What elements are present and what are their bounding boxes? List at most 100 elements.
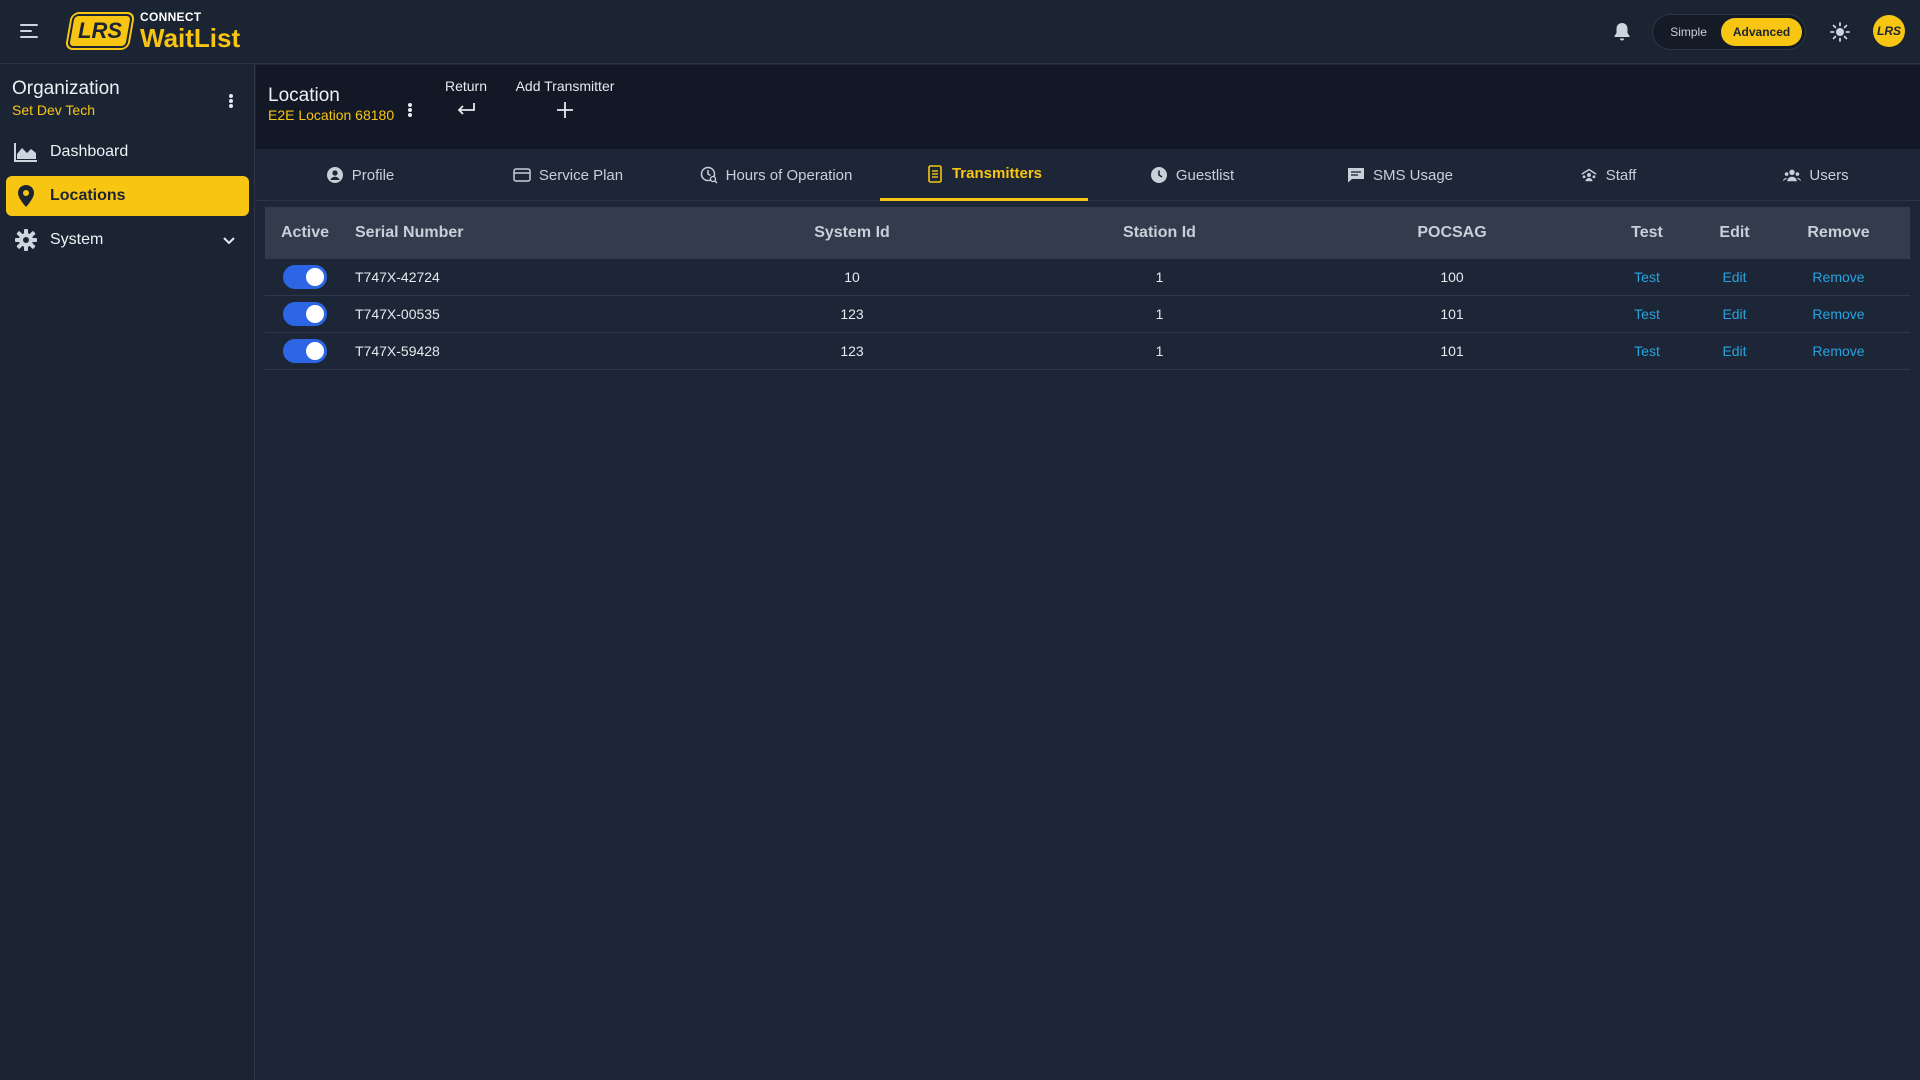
avatar[interactable]: LRS [1873, 15, 1905, 47]
tab-label: Profile [351, 166, 395, 184]
column-pocsag[interactable]: POCSAG [1312, 224, 1592, 242]
staff-icon [1580, 166, 1598, 184]
serial-number: T747X-42724 [355, 269, 440, 285]
tab-guestlist[interactable]: Guestlist [1088, 149, 1296, 201]
gear-icon [14, 228, 38, 252]
sidebar-item-label: Dashboard [50, 143, 129, 160]
pocsag: 101 [1440, 343, 1464, 359]
tab-transmitters[interactable]: Transmitters [880, 149, 1088, 201]
table-header: Active Serial Number System Id Station I… [265, 207, 1910, 259]
location-header: Location E2E Location 68180 Return Add T… [256, 65, 1920, 149]
organization-name: Set Dev Tech [12, 102, 96, 118]
brand[interactable]: LRS CONNECT WaitList [67, 10, 241, 53]
column-system-id[interactable]: System Id [697, 224, 1007, 242]
edit-link[interactable]: Edit [1722, 269, 1746, 285]
column-test: Test [1631, 224, 1663, 241]
system-id: 123 [840, 306, 864, 322]
lrs-logo: LRS [67, 14, 133, 48]
active-toggle[interactable] [283, 339, 327, 363]
bell-icon[interactable] [1613, 22, 1631, 42]
system-id: 123 [840, 343, 864, 359]
active-toggle[interactable] [283, 302, 327, 326]
tab-sms-usage[interactable]: SMS Usage [1296, 149, 1504, 201]
card-icon [513, 166, 531, 184]
return-label: Return [444, 78, 488, 94]
remove-link[interactable]: Remove [1812, 269, 1864, 285]
sidebar-item-label: System [50, 231, 104, 248]
plus-icon [510, 100, 620, 122]
test-link[interactable]: Test [1634, 269, 1660, 285]
tab-staff[interactable]: Staff [1504, 149, 1712, 201]
return-icon [441, 100, 491, 122]
document-icon [926, 164, 944, 183]
sidebar-item-system[interactable]: System [6, 220, 249, 260]
return-button[interactable]: Return [441, 78, 491, 122]
sidebar-item-locations[interactable]: Locations [6, 176, 249, 216]
test-link[interactable]: Test [1634, 343, 1660, 359]
logo-text: LRS [78, 18, 122, 43]
top-bar: LRS CONNECT WaitList Simple Advanced LRS [0, 0, 1920, 64]
mode-toggle[interactable]: Simple Advanced [1652, 14, 1806, 50]
organization-header: Organization Set Dev Tech [12, 78, 120, 118]
sidebar-item-label: Locations [50, 187, 126, 204]
tab-label: Service Plan [538, 166, 624, 184]
message-icon [1347, 166, 1365, 184]
chart-area-icon [14, 140, 38, 164]
tab-label: SMS Usage [1372, 166, 1454, 184]
brand-sub: CONNECT [140, 10, 202, 24]
chevron-down-icon[interactable] [221, 232, 237, 248]
active-toggle[interactable] [283, 265, 327, 289]
map-pin-icon [14, 184, 38, 208]
system-id: 10 [844, 269, 860, 285]
table-row: T747X-42724 10 1 100 Test Edit Remove [265, 259, 1910, 296]
edit-link[interactable]: Edit [1722, 343, 1746, 359]
location-name: E2E Location 68180 [268, 107, 395, 123]
sidebar: Organization Set Dev Tech Dashboard Loca… [0, 64, 255, 1080]
serial-number: T747X-59428 [355, 343, 440, 359]
column-remove: Remove [1807, 224, 1870, 241]
table-row: T747X-00535 123 1 101 Test Edit Remove [265, 296, 1910, 333]
tab-users[interactable]: Users [1712, 149, 1920, 201]
clock-icon [1150, 166, 1168, 184]
tab-label: Hours of Operation [725, 166, 853, 184]
remove-link[interactable]: Remove [1812, 306, 1864, 322]
location-more-icon[interactable] [407, 102, 413, 120]
table-row: T747X-59428 123 1 101 Test Edit Remove [265, 333, 1910, 370]
organization-title: Organization [12, 78, 120, 99]
add-transmitter-label: Add Transmitter [515, 78, 615, 94]
tab-label: Transmitters [951, 165, 1043, 182]
tab-profile[interactable]: Profile [256, 149, 464, 201]
column-edit: Edit [1719, 224, 1750, 241]
mode-simple-button[interactable]: Simple [1656, 25, 1721, 39]
tab-label: Staff [1605, 166, 1637, 184]
transmitters-table: Active Serial Number System Id Station I… [265, 207, 1910, 370]
avatar-text: LRS [1877, 24, 1901, 38]
station-id: 1 [1155, 306, 1164, 322]
tab-hours-of-operation[interactable]: Hours of Operation [672, 149, 880, 201]
user-circle-icon [326, 166, 344, 184]
test-link[interactable]: Test [1634, 306, 1660, 322]
mode-advanced-button[interactable]: Advanced [1721, 18, 1802, 46]
tab-label: Guestlist [1175, 166, 1235, 184]
clock-search-icon [700, 166, 718, 184]
column-active[interactable]: Active [265, 224, 345, 242]
users-icon [1783, 166, 1802, 184]
brand-name: WaitList [140, 23, 241, 53]
edit-link[interactable]: Edit [1722, 306, 1746, 322]
organization-more-icon[interactable] [228, 93, 234, 111]
column-serial-number[interactable]: Serial Number [345, 224, 697, 242]
sidebar-item-dashboard[interactable]: Dashboard [6, 132, 249, 172]
column-station-id[interactable]: Station Id [1007, 224, 1312, 242]
station-id: 1 [1155, 269, 1164, 285]
serial-number: T747X-00535 [355, 306, 440, 322]
sun-icon[interactable] [1830, 22, 1850, 42]
tab-service-plan[interactable]: Service Plan [464, 149, 672, 201]
pocsag: 101 [1440, 306, 1464, 322]
station-id: 1 [1155, 343, 1164, 359]
pocsag: 100 [1440, 269, 1464, 285]
menu-icon[interactable] [20, 20, 44, 44]
location-title: Location [268, 85, 340, 106]
remove-link[interactable]: Remove [1812, 343, 1864, 359]
add-transmitter-button[interactable]: Add Transmitter [510, 78, 620, 122]
tab-label: Users [1809, 166, 1849, 184]
